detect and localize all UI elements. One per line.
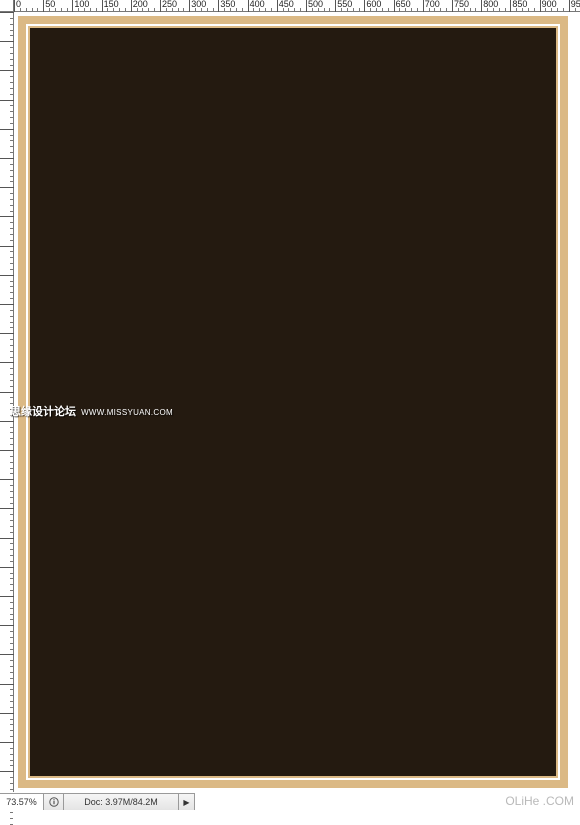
ruler-v-tick: [0, 100, 14, 101]
ruler-v-tick: [0, 275, 14, 276]
ruler-v-tick: [0, 625, 14, 626]
ruler-h-tick: 300: [189, 0, 206, 12]
ruler-v-tick: [0, 596, 14, 597]
ruler-v-tick: [0, 713, 14, 714]
ruler-v-tick: [0, 41, 14, 42]
ruler-h-tick: 200: [131, 0, 148, 12]
ruler-h-tick: 450: [277, 0, 294, 12]
ruler-v-tick: [0, 771, 14, 772]
canvas-area[interactable]: [14, 12, 580, 792]
document[interactable]: [18, 16, 568, 788]
ruler-h-tick: 900: [540, 0, 557, 12]
ruler-h-tick: 600: [364, 0, 381, 12]
ruler-v-tick: [0, 450, 14, 451]
ruler-h-tick: 550: [335, 0, 352, 12]
ruler-v-tick: [0, 129, 14, 130]
ruler-h-tick: 100: [72, 0, 89, 12]
ruler-v-tick: [0, 158, 14, 159]
ruler-v-tick: [0, 187, 14, 188]
ruler-h-tick: 850: [510, 0, 527, 12]
ruler-v-tick: [0, 742, 14, 743]
ruler-h-tick: 500: [306, 0, 323, 12]
ruler-h-tick: 250: [160, 0, 177, 12]
ruler-h-tick: 150: [102, 0, 119, 12]
ruler-v-tick: [0, 538, 14, 539]
ruler-v-tick: [0, 216, 14, 217]
status-bar: 73.57% Doc: 3.97M/84.2M ▶: [0, 793, 195, 810]
watermark-center-sub: WWW.MISSYUAN.COM: [81, 408, 173, 417]
ruler-h-tick: 800: [481, 0, 498, 12]
ruler-h-tick: 700: [423, 0, 440, 12]
ruler-v-tick: [0, 567, 14, 568]
ruler-v-tick: [0, 304, 14, 305]
ruler-v-tick: [0, 654, 14, 655]
zoom-field[interactable]: 73.57%: [0, 794, 44, 810]
ruler-v-tick: [0, 246, 14, 247]
ruler-v-tick: [0, 684, 14, 685]
ruler-v-tick: [0, 508, 14, 509]
doc-size-field[interactable]: Doc: 3.97M/84.2M: [64, 794, 179, 810]
ruler-h-tick: 400: [248, 0, 265, 12]
ruler-v-tick: [0, 479, 14, 480]
ruler-v-tick: [0, 392, 14, 393]
frame-fill: [30, 28, 556, 776]
ruler-h-tick: 650: [394, 0, 411, 12]
ruler-v-tick: [0, 421, 14, 422]
ruler-v-tick: [0, 333, 14, 334]
ruler-h-tick: 350: [218, 0, 235, 12]
ruler-vertical[interactable]: [0, 12, 14, 792]
ruler-v-tick: [0, 362, 14, 363]
ruler-origin[interactable]: [0, 0, 14, 12]
ruler-h-tick: 750: [452, 0, 469, 12]
ruler-v-tick: [0, 12, 14, 13]
watermark-bottom-right: OLiHe .COM: [505, 794, 574, 808]
watermark-center-main: 思缘设计论坛: [10, 406, 76, 418]
ruler-horizontal[interactable]: 0501001502002503003504004505005506006507…: [14, 0, 580, 12]
watermark-center: 思缘设计论坛 WWW.MISSYUAN.COM: [10, 403, 173, 419]
status-menu-arrow-icon[interactable]: ▶: [179, 794, 195, 810]
ruler-v-tick: [0, 70, 14, 71]
info-icon[interactable]: [44, 794, 64, 810]
